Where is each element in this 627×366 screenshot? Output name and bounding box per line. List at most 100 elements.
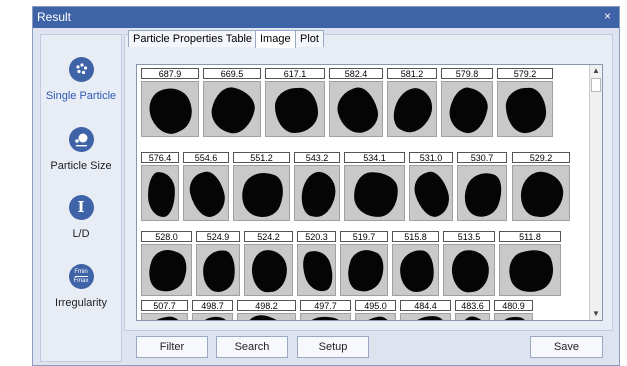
particle-image <box>141 313 188 320</box>
particle-tile[interactable]: 507.7 <box>141 300 188 320</box>
particle-tile[interactable]: 495.0 <box>355 300 396 320</box>
particle-image <box>233 165 290 221</box>
particle-silhouette <box>352 170 400 219</box>
particle-tile[interactable]: 515.8 <box>392 231 439 296</box>
particle-size-label: 669.5 <box>203 68 261 79</box>
particle-silhouette <box>342 245 387 295</box>
particle-tile[interactable]: 534.1 <box>344 152 405 221</box>
particle-silhouette <box>142 245 191 295</box>
particle-tile[interactable]: 480.9 <box>494 300 533 320</box>
particle-image <box>244 244 293 296</box>
particle-tile[interactable]: 524.9 <box>196 231 240 296</box>
particle-tile[interactable]: 669.5 <box>203 68 261 137</box>
length-diameter-icon: I <box>68 195 94 220</box>
particle-image <box>387 81 437 137</box>
particle-tile[interactable]: 543.2 <box>294 152 340 221</box>
sidebar-item-ld[interactable]: I L/D <box>41 195 121 240</box>
particle-tile[interactable]: 551.2 <box>233 152 290 221</box>
particle-size-label: 495.0 <box>355 300 396 311</box>
particle-tile[interactable]: 498.2 <box>237 300 296 320</box>
particle-silhouette <box>207 84 259 136</box>
particle-image <box>192 313 233 320</box>
scroll-down-icon[interactable]: ▼ <box>590 308 602 320</box>
sidebar-item-particle-size[interactable]: Particle Size <box>41 127 121 172</box>
particle-tile[interactable]: 513.5 <box>443 231 495 296</box>
particle-silhouette <box>274 87 319 134</box>
scroll-up-icon[interactable]: ▲ <box>590 65 602 77</box>
particle-tile[interactable]: 529.2 <box>512 152 570 221</box>
particle-tile[interactable]: 687.9 <box>141 68 199 137</box>
particle-silhouette <box>142 82 198 136</box>
particle-size-label: 498.7 <box>192 300 233 311</box>
search-button[interactable]: Search <box>216 336 288 358</box>
particle-image <box>392 244 439 296</box>
particle-tile[interactable]: 579.8 <box>441 68 493 137</box>
particle-size-label: 507.7 <box>141 300 188 311</box>
particle-image <box>265 81 325 137</box>
filter-button[interactable]: Filter <box>136 336 208 358</box>
particle-size-label: 581.2 <box>387 68 437 79</box>
particle-image <box>340 244 388 296</box>
particle-image <box>457 165 507 221</box>
particle-tile[interactable]: 530.7 <box>457 152 507 221</box>
particle-image <box>196 244 240 296</box>
particle-tile[interactable]: 531.0 <box>409 152 453 221</box>
particle-image <box>141 165 179 221</box>
particle-silhouette <box>200 247 238 295</box>
particle-tile[interactable]: 581.2 <box>387 68 437 137</box>
particle-size-label: 543.2 <box>294 152 340 163</box>
setup-button[interactable]: Setup <box>297 336 369 358</box>
vertical-scrollbar[interactable]: ▲ ▼ <box>589 65 602 320</box>
tab-image[interactable]: Image <box>255 30 296 48</box>
particle-image <box>499 244 561 296</box>
particle-tile[interactable]: 511.8 <box>499 231 561 296</box>
particle-size-icon <box>68 127 94 152</box>
particle-image <box>141 244 192 296</box>
particle-size-label: 529.2 <box>512 152 570 163</box>
sidebar-item-label: Irregularity <box>55 297 107 309</box>
scroll-thumb[interactable] <box>591 78 601 92</box>
sidebar-item-single-particle[interactable]: Single Particle <box>41 57 121 102</box>
particle-image <box>400 313 451 320</box>
particle-size-label: 534.1 <box>344 152 405 163</box>
tab-plot[interactable]: Plot <box>295 30 324 47</box>
particle-image <box>300 313 351 320</box>
tab-particle-properties-table[interactable]: Particle Properties Table <box>128 30 258 47</box>
particle-size-label: 554.6 <box>183 152 229 163</box>
particle-tile[interactable]: 528.0 <box>141 231 192 296</box>
particle-tile[interactable]: 524.2 <box>244 231 293 296</box>
particle-tile[interactable]: 579.2 <box>497 68 553 137</box>
particle-image <box>355 313 396 320</box>
irregularity-icon: Fmin Fmax <box>68 264 94 289</box>
particle-tile[interactable]: 483.6 <box>455 300 490 320</box>
particle-tile[interactable]: 576.4 <box>141 152 179 221</box>
particle-tile[interactable]: 617.1 <box>265 68 325 137</box>
particle-tile[interactable]: 519.7 <box>340 231 388 296</box>
close-icon[interactable]: × <box>604 9 611 23</box>
particle-tile[interactable]: 554.6 <box>183 152 229 221</box>
particle-image <box>237 313 296 320</box>
particle-silhouette <box>147 315 185 320</box>
particle-tile[interactable]: 520.3 <box>297 231 336 296</box>
particle-image <box>294 165 340 221</box>
particle-silhouette <box>388 82 436 136</box>
particle-silhouette <box>504 86 548 135</box>
particle-tile[interactable]: 582.4 <box>329 68 383 137</box>
particle-size-label: 531.0 <box>409 152 453 163</box>
particle-image <box>141 81 199 137</box>
particle-tile[interactable]: 497.7 <box>300 300 351 320</box>
particle-silhouette <box>185 168 228 220</box>
particle-size-label: 579.2 <box>497 68 553 79</box>
particle-size-label: 519.7 <box>340 231 388 242</box>
particle-size-label: 528.0 <box>141 231 192 242</box>
particle-size-label: 524.9 <box>196 231 240 242</box>
particle-tile[interactable]: 498.7 <box>192 300 233 320</box>
save-button[interactable]: Save <box>530 336 603 358</box>
particle-image <box>183 165 229 221</box>
particle-silhouette <box>244 314 292 320</box>
sidebar-item-label: L/D <box>72 228 90 240</box>
particle-image <box>329 81 383 137</box>
particle-silhouette <box>503 245 560 295</box>
particle-tile[interactable]: 484.4 <box>400 300 451 320</box>
sidebar-item-irregularity[interactable]: Fmin Fmax Irregularity <box>41 264 121 309</box>
